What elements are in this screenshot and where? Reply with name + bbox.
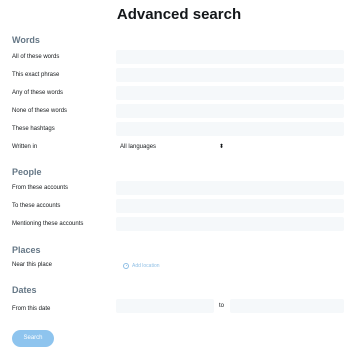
- hashtags-input[interactable]: [116, 122, 344, 136]
- language-label: Written in: [12, 144, 38, 150]
- near-place-label: Near this place: [12, 262, 53, 268]
- from-accounts-label: From these accounts: [12, 185, 69, 191]
- from-accounts-input[interactable]: [116, 181, 344, 195]
- section-heading-words: Words: [12, 35, 40, 45]
- chevron-updown-icon: ⬍: [218, 144, 224, 150]
- page-title: Advanced search: [116, 6, 242, 23]
- exact-phrase-input[interactable]: [116, 68, 344, 82]
- none-words-input[interactable]: [116, 104, 344, 118]
- hashtags-label: These hashtags: [12, 126, 55, 132]
- add-location-button[interactable]: Add location: [123, 261, 160, 271]
- search-button[interactable]: Search: [12, 330, 54, 347]
- section-heading-places: Places: [12, 245, 41, 255]
- to-date-input[interactable]: [230, 299, 344, 313]
- none-words-label: None of these words: [12, 108, 68, 114]
- mentioning-accounts-label: Mentioning these accounts: [12, 221, 84, 227]
- to-accounts-label: To these accounts: [12, 203, 61, 209]
- add-location-label: Add location: [132, 263, 160, 269]
- all-words-input[interactable]: [116, 50, 344, 64]
- exact-phrase-label: This exact phrase: [12, 72, 60, 78]
- any-words-input[interactable]: [116, 86, 344, 100]
- section-heading-dates: Dates: [12, 285, 37, 295]
- mentioning-accounts-input[interactable]: [116, 217, 344, 231]
- to-accounts-input[interactable]: [116, 199, 344, 213]
- any-words-label: Any of these words: [12, 90, 64, 96]
- all-words-label: All of these words: [12, 54, 60, 60]
- advanced-search-page: Advanced search Words All of these words…: [0, 0, 358, 358]
- section-heading-people: People: [12, 167, 42, 177]
- location-pin-icon: [123, 262, 129, 269]
- from-date-input[interactable]: [116, 299, 214, 313]
- language-select-value: All languages: [120, 144, 157, 150]
- language-select[interactable]: All languages ⬍: [116, 140, 226, 154]
- from-date-label: From this date: [12, 306, 51, 312]
- to-date-label: to: [219, 303, 225, 309]
